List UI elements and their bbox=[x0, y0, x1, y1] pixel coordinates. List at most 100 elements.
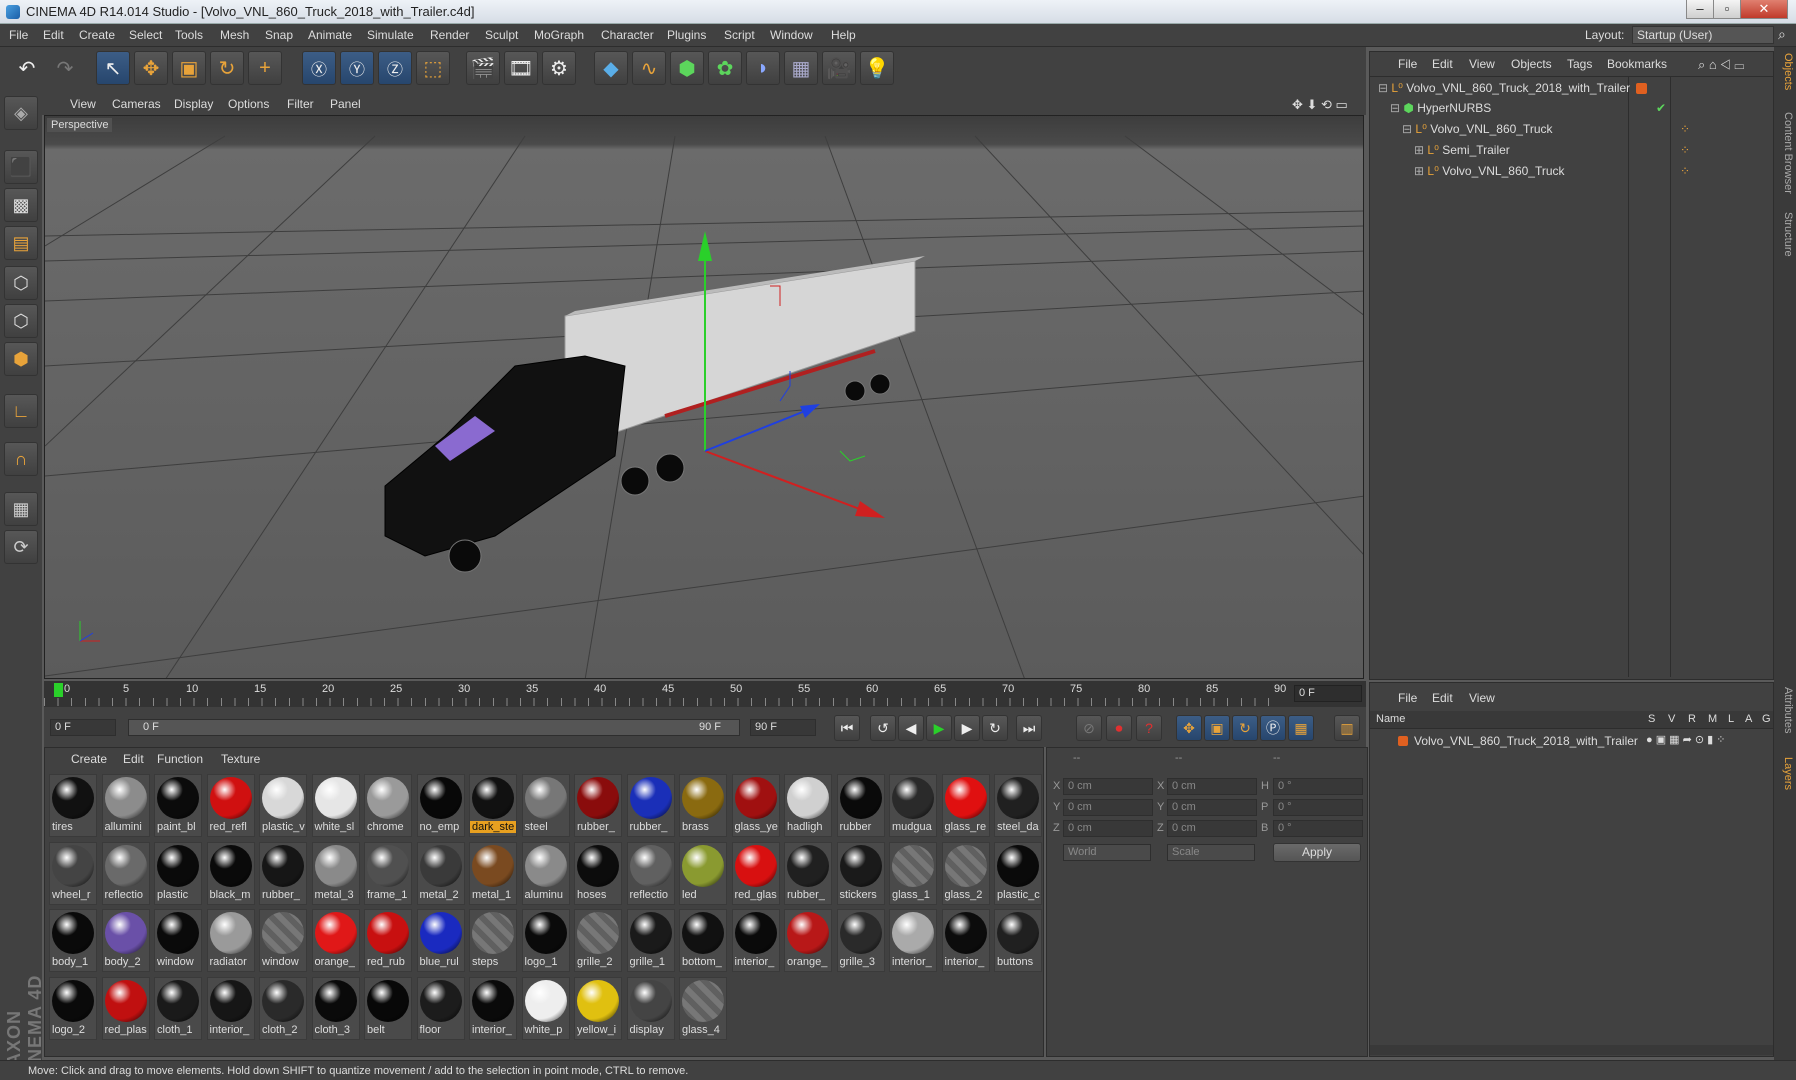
perspective-viewport[interactable]: Perspective bbox=[44, 115, 1364, 679]
menu-script[interactable]: Script bbox=[724, 28, 755, 42]
tab-layers[interactable]: Layers bbox=[1776, 757, 1794, 790]
go-to-start-icon[interactable]: ⏮ bbox=[834, 715, 860, 741]
material-swatch[interactable]: paint_bl bbox=[154, 774, 202, 837]
viewport-menu-cameras[interactable]: Cameras bbox=[112, 97, 161, 111]
material-swatch[interactable]: red_refl bbox=[206, 774, 255, 837]
play-icon[interactable]: ▶ bbox=[926, 715, 952, 741]
material-swatch[interactable]: white_sl bbox=[311, 774, 360, 837]
render-view-icon[interactable]: 🎬 bbox=[466, 51, 500, 85]
expand-icon[interactable]: ⊞ bbox=[1414, 164, 1424, 178]
rotation-b-field[interactable]: 0 ° bbox=[1273, 820, 1363, 837]
material-swatch[interactable]: black_m bbox=[206, 841, 255, 905]
menu-mesh[interactable]: Mesh bbox=[220, 28, 249, 42]
end-frame-field[interactable]: 90 F bbox=[750, 719, 816, 736]
tab-content-browser[interactable]: Content Browser bbox=[1776, 112, 1794, 194]
camera-icon[interactable]: 🎥 bbox=[822, 51, 856, 85]
material-swatch[interactable]: glass_re bbox=[941, 774, 990, 837]
material-swatch[interactable]: interior_ bbox=[469, 976, 517, 1040]
snap-grid-icon[interactable]: ▦ bbox=[4, 492, 38, 526]
rotation-p-field[interactable]: 0 ° bbox=[1273, 799, 1363, 816]
material-swatch[interactable]: metal_3 bbox=[311, 841, 360, 905]
material-swatch[interactable]: rubber bbox=[836, 774, 885, 837]
collapse-icon[interactable]: ⊟ bbox=[1402, 122, 1412, 136]
menu-create[interactable]: Create bbox=[79, 28, 115, 42]
make-editable-icon[interactable]: ◈ bbox=[4, 96, 38, 130]
menu-help[interactable]: Help bbox=[831, 28, 856, 42]
material-tag-icon[interactable]: ⁘ bbox=[1680, 140, 1690, 160]
timeline-window-icon[interactable]: ▥ bbox=[1334, 715, 1360, 741]
viewport-nav-icon[interactable]: ✥ ⬇ ⟲ ▭ bbox=[1292, 97, 1348, 113]
size-y-field[interactable]: 0 cm bbox=[1167, 799, 1257, 816]
layer-scrollbar[interactable] bbox=[1370, 1045, 1773, 1055]
timeline-ruler[interactable]: 0 5 10 15 20 25 30 35 40 45 50 55 60 65 … bbox=[44, 681, 1366, 707]
spline-icon[interactable]: ∿ bbox=[632, 51, 666, 85]
material-tag-icon[interactable]: ⁘ bbox=[1680, 161, 1690, 181]
cube-icon[interactable]: ◆ bbox=[594, 51, 628, 85]
material-swatch[interactable]: hadligh bbox=[784, 774, 832, 837]
y-axis-icon[interactable]: Ⓨ bbox=[340, 51, 374, 85]
autokey-icon[interactable]: ⏺ bbox=[1106, 715, 1132, 741]
position-y-field[interactable]: 0 cm bbox=[1063, 799, 1153, 816]
material-swatch[interactable]: cloth_1 bbox=[154, 976, 202, 1040]
material-swatch[interactable]: no_emp bbox=[416, 774, 465, 837]
menu-file[interactable]: File bbox=[9, 28, 28, 42]
layout-dropdown[interactable]: Startup (User) bbox=[1632, 26, 1774, 44]
material-swatch[interactable]: rubber_ bbox=[784, 841, 832, 905]
menu-render[interactable]: Render bbox=[430, 28, 469, 42]
material-swatch[interactable]: window bbox=[259, 909, 307, 972]
material-swatch[interactable]: blue_rul bbox=[416, 909, 465, 972]
material-swatch[interactable]: interior_ bbox=[889, 909, 937, 972]
menu-select[interactable]: Select bbox=[129, 28, 162, 42]
material-swatch[interactable]: chrome bbox=[364, 774, 412, 837]
redo-icon[interactable]: ↷ bbox=[48, 51, 82, 85]
material-swatch[interactable]: rubber_ bbox=[574, 774, 622, 837]
position-x-field[interactable]: 0 cm bbox=[1063, 778, 1153, 795]
minimize-button[interactable]: – bbox=[1686, 0, 1714, 19]
size-x-field[interactable]: 0 cm bbox=[1167, 778, 1257, 795]
playhead[interactable] bbox=[54, 683, 63, 697]
menu-simulate[interactable]: Simulate bbox=[367, 28, 414, 42]
points-mode-icon[interactable]: ⬡ bbox=[4, 266, 38, 300]
collapse-icon[interactable]: ⊟ bbox=[1378, 81, 1388, 95]
object-row[interactable]: ⊞ L⁰ Semi_Trailer ⁘ bbox=[1374, 140, 1770, 160]
menu-edit[interactable]: Edit bbox=[43, 28, 64, 42]
previous-frame-icon[interactable]: ◀ bbox=[898, 715, 924, 741]
viewport-menu-display[interactable]: Display bbox=[174, 97, 213, 111]
coordinate-system-icon[interactable]: ⬚ bbox=[416, 51, 450, 85]
key-position-icon[interactable]: ✥ bbox=[1176, 715, 1202, 741]
material-swatch[interactable]: plastic_v bbox=[259, 774, 307, 837]
scale-icon[interactable]: ▣ bbox=[172, 51, 206, 85]
menu-tools[interactable]: Tools bbox=[175, 28, 203, 42]
material-swatch[interactable]: steps bbox=[469, 909, 517, 972]
material-swatch[interactable]: stickers bbox=[836, 841, 885, 905]
material-swatch[interactable]: plastic_c bbox=[994, 841, 1042, 905]
material-swatch[interactable]: display bbox=[626, 976, 675, 1040]
menu-animate[interactable]: Animate bbox=[308, 28, 352, 42]
expand-icon[interactable]: ⊞ bbox=[1414, 143, 1424, 157]
scene-floor-icon[interactable]: ▦ bbox=[784, 51, 818, 85]
light-icon[interactable]: 💡 bbox=[860, 51, 894, 85]
maximize-button[interactable]: ▫ bbox=[1713, 0, 1741, 19]
viewport-menu-view[interactable]: View bbox=[70, 97, 96, 111]
current-frame-field[interactable]: 0 F bbox=[1294, 685, 1362, 702]
array-icon[interactable]: ✿ bbox=[708, 51, 742, 85]
viewport-menu-panel[interactable]: Panel bbox=[330, 97, 361, 111]
material-swatch[interactable]: interior_ bbox=[941, 909, 990, 972]
material-swatch[interactable]: buttons bbox=[994, 909, 1042, 972]
material-swatch[interactable]: orange_ bbox=[311, 909, 360, 972]
next-key-icon[interactable]: ↻ bbox=[982, 715, 1008, 741]
polygons-mode-icon[interactable]: ⬢ bbox=[4, 342, 38, 376]
material-menu-texture[interactable]: Texture bbox=[221, 752, 260, 766]
material-swatch[interactable]: red_plas bbox=[101, 976, 150, 1040]
axis-mode-icon[interactable]: ∟ bbox=[4, 394, 38, 428]
object-search-icon[interactable]: ⌕ ⌂ ◁ ▭ bbox=[1698, 57, 1744, 73]
material-swatch[interactable]: body_1 bbox=[49, 909, 97, 972]
key-scale-icon[interactable]: ▣ bbox=[1204, 715, 1230, 741]
material-swatch[interactable]: floor bbox=[416, 976, 465, 1040]
viewport-menu-filter[interactable]: Filter bbox=[287, 97, 314, 111]
material-swatch[interactable]: steel bbox=[521, 774, 570, 837]
menu-window[interactable]: Window bbox=[770, 28, 813, 42]
material-swatch[interactable]: grille_3 bbox=[836, 909, 885, 972]
material-swatch[interactable]: white_p bbox=[521, 976, 570, 1040]
object-row[interactable]: ⊟ L⁰ Volvo_VNL_860_Truck ⁘ bbox=[1374, 119, 1770, 139]
